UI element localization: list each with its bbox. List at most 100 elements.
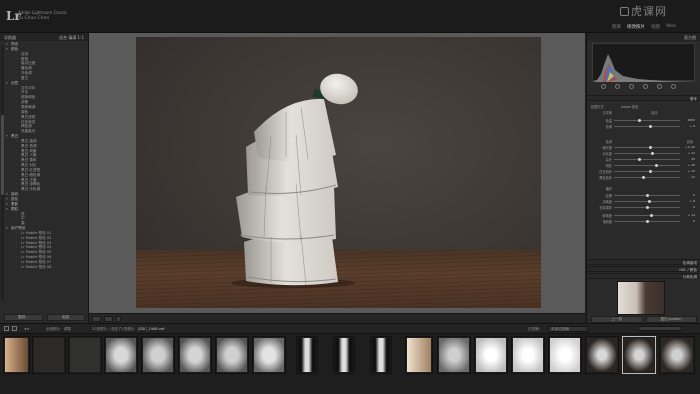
filmstrip-thumbnail[interactable] (474, 336, 508, 374)
hsl-header[interactable]: HSL / 颜色 (587, 266, 700, 272)
slider-value[interactable]: - 12 (689, 175, 695, 179)
filter-dropdown[interactable]: 关闭过滤器 (548, 325, 588, 332)
slider-track[interactable] (614, 176, 680, 179)
module-develop[interactable]: 修改照片 (627, 24, 645, 30)
filmstrip-thumbnail[interactable] (252, 336, 286, 374)
slider-value[interactable]: 4950 (687, 118, 695, 122)
slider-knob[interactable] (637, 119, 641, 122)
profile-value[interactable]: Adobe 颜色 (621, 104, 638, 109)
slider-track[interactable] (614, 200, 680, 203)
slider-knob[interactable] (648, 125, 652, 128)
slider-row[interactable]: 色调 + 9 (591, 124, 697, 129)
module-web[interactable]: Web (666, 24, 676, 30)
second-window-icon[interactable] (4, 326, 9, 331)
slider-row[interactable]: 饱和度 0 (591, 219, 697, 224)
slider-value[interactable]: + 28 (688, 163, 695, 167)
filmstrip-thumbnail[interactable] (622, 336, 656, 374)
previous-settings-button[interactable]: 上一张 (591, 316, 643, 323)
preset-item[interactable]: · Lr Mobile 预设 08 (6, 265, 89, 270)
histogram[interactable] (592, 43, 696, 82)
histogram-header[interactable]: 直方图 (587, 33, 700, 41)
module-library[interactable]: 图库 (612, 24, 621, 30)
slider-row[interactable]: 色温 4950 (591, 118, 697, 123)
paste-button[interactable]: 粘贴 (46, 314, 85, 321)
slider-knob[interactable] (645, 194, 649, 197)
filmstrip-thumbnail[interactable] (141, 336, 175, 374)
slider-knob[interactable] (654, 164, 658, 167)
slider-value[interactable]: 0 (693, 205, 695, 209)
slider-row[interactable]: 阴影 + 28 (591, 163, 697, 168)
reset-settings-button[interactable] (638, 326, 682, 331)
filmstrip-thumbnail[interactable] (585, 336, 619, 374)
copy-button[interactable]: 复制... (4, 314, 43, 321)
reset-button[interactable]: 复位(Adobe) (645, 316, 697, 323)
slider-track[interactable] (614, 194, 680, 197)
main-photo[interactable] (136, 37, 541, 308)
filmstrip-thumbnail[interactable] (3, 336, 30, 374)
filmstrip-thumbnail[interactable] (32, 336, 66, 374)
slider-track[interactable] (614, 220, 680, 223)
adjustment-brush-icon[interactable] (671, 84, 676, 89)
filmstrip-thumbnail[interactable] (548, 336, 582, 374)
module-map[interactable]: 地图 (651, 24, 660, 30)
slider-value[interactable]: + 9 (690, 124, 695, 128)
slider-track[interactable] (614, 119, 680, 122)
loupe-view-toggle[interactable] (92, 316, 101, 322)
slider-knob[interactable] (641, 176, 645, 179)
slider-knob[interactable] (648, 200, 652, 203)
tone-curve-header[interactable]: 色调曲线 (587, 259, 700, 265)
slider-row[interactable]: 纹理 0 (591, 193, 697, 198)
slider-track[interactable] (614, 152, 680, 155)
filmstrip-thumbnail[interactable] (659, 336, 695, 374)
slider-value[interactable]: 0 (693, 219, 695, 223)
slider-knob[interactable] (648, 170, 652, 173)
slider-row[interactable]: 鲜艳度 + 14 (591, 213, 697, 218)
slider-row[interactable]: 黑色色阶 - 12 (591, 175, 697, 180)
filmstrip-thumbnail[interactable] (405, 336, 433, 374)
slider-row[interactable]: 去除薄雾 0 (591, 205, 697, 210)
spot-removal-icon[interactable] (615, 84, 620, 89)
before-after-toggle[interactable] (104, 316, 113, 322)
navigator-header[interactable]: 导航器 适合 填满 1:1 (0, 33, 88, 41)
slider-knob[interactable] (648, 146, 652, 149)
slider-knob[interactable] (645, 206, 649, 209)
slider-value[interactable]: + 0.40 (685, 145, 695, 149)
slider-track[interactable] (614, 158, 680, 161)
red-eye-icon[interactable] (629, 84, 634, 89)
grid-view-icon[interactable] (12, 326, 17, 331)
slider-row[interactable]: 白色色阶 + 10 (591, 169, 697, 174)
slider-row[interactable]: 清晰度 + 8 (591, 199, 697, 204)
radial-filter-icon[interactable] (657, 84, 662, 89)
navigator-zoom-options[interactable]: 适合 填满 1:1 (59, 35, 84, 40)
slider-track[interactable] (614, 146, 680, 149)
slider-value[interactable]: - 35 (689, 157, 695, 161)
split-toning-header[interactable]: 分离色调 (587, 273, 700, 279)
filmstrip-thumbnail[interactable] (333, 336, 355, 374)
tone-auto-button[interactable]: 自动 (687, 139, 693, 144)
slider-value[interactable]: + 12 (688, 151, 695, 155)
white-balance-row[interactable]: 白平衡 自动 (591, 110, 697, 115)
filmstrip-thumbnail[interactable] (68, 336, 102, 374)
slider-value[interactable]: 0 (693, 193, 695, 197)
slider-row[interactable]: 对比度 + 12 (591, 151, 697, 156)
filmstrip-thumbnail[interactable] (178, 336, 212, 374)
detail-preview[interactable] (617, 281, 665, 315)
graduated-filter-icon[interactable] (643, 84, 648, 89)
slider-knob[interactable] (637, 158, 641, 161)
slider-row[interactable]: 高光 - 35 (591, 157, 697, 162)
before-after-menu[interactable] (116, 316, 121, 322)
slider-track[interactable] (614, 206, 680, 209)
slider-track[interactable] (614, 170, 680, 173)
filmstrip-thumbnail[interactable] (104, 336, 138, 374)
slider-track[interactable] (614, 214, 680, 217)
filmstrip-thumbnail[interactable] (296, 336, 318, 374)
filmstrip-thumbnail[interactable] (370, 336, 392, 374)
slider-knob[interactable] (645, 220, 649, 223)
filmstrip-back-arrow-icon[interactable]: ◂ ▸ (24, 326, 30, 331)
filmstrip-thumbnail[interactable] (437, 336, 471, 374)
slider-knob[interactable] (650, 214, 654, 217)
slider-value[interactable]: + 8 (690, 199, 695, 203)
filmstrip-thumbnail[interactable] (215, 336, 249, 374)
slider-value[interactable]: + 14 (688, 213, 695, 217)
slider-knob[interactable] (650, 152, 654, 155)
